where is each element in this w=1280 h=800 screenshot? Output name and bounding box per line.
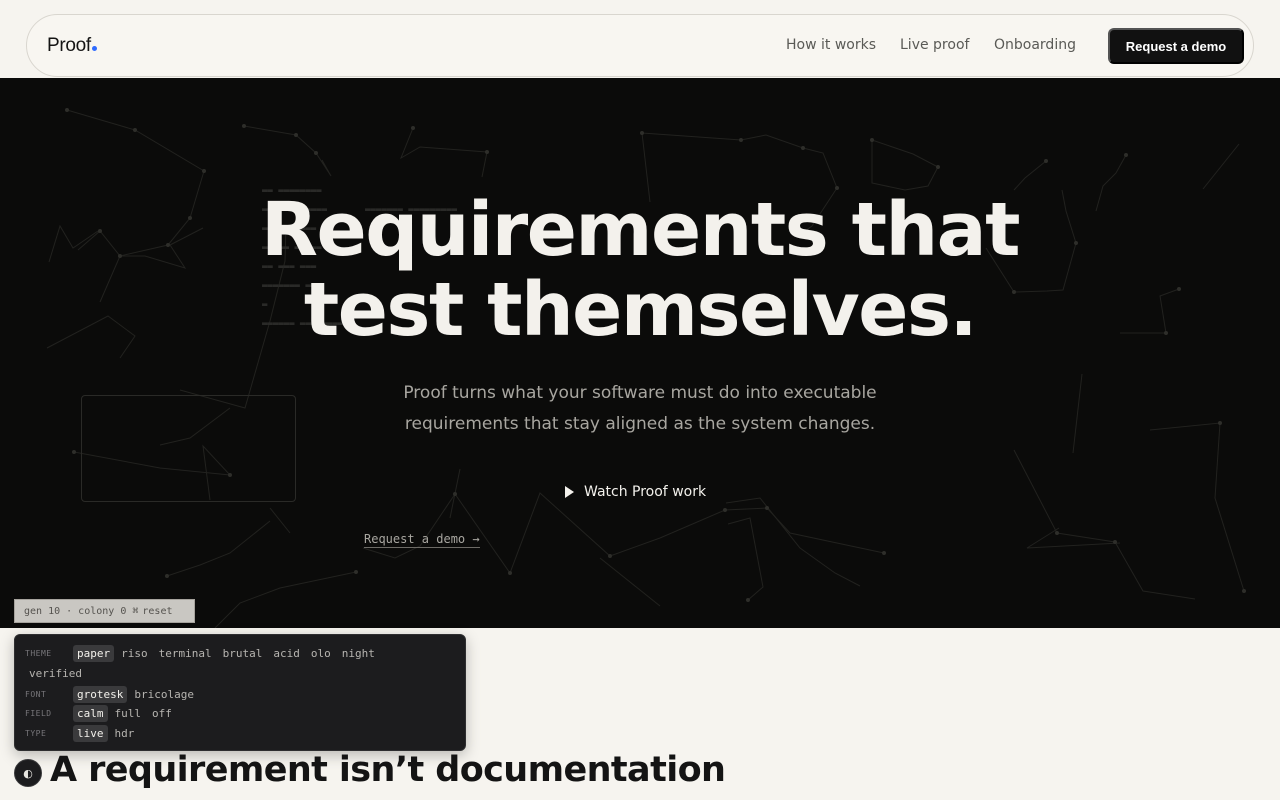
nav-link-onboarding[interactable]: Onboarding xyxy=(994,37,1076,53)
hero-subtitle: Proof turns what your software must do i… xyxy=(340,378,940,440)
watch-proof-work-button[interactable]: Watch Proof work xyxy=(565,481,706,503)
font-label: FONT xyxy=(25,689,47,699)
background-frame xyxy=(81,395,296,502)
field-option-calm[interactable]: calm xyxy=(73,704,108,722)
watch-label: Watch Proof work xyxy=(584,484,707,500)
font-option-grotesk[interactable]: grotesk xyxy=(73,685,128,703)
hero-title-line-1: Requirements that xyxy=(261,187,1020,273)
theme-option-verified[interactable]: verified xyxy=(25,665,86,682)
request-demo-button[interactable]: Request a demo xyxy=(1108,28,1244,64)
type-label: TYPE xyxy=(25,728,47,738)
theme-row: THEME paper riso terminal brutal acid ol… xyxy=(25,643,382,663)
hero-subtitle-line-2: requirements that stay aligned as the sy… xyxy=(404,414,876,434)
section-title: A requirement isn’t documentation xyxy=(50,750,726,790)
theme-option-brutal[interactable]: brutal xyxy=(219,645,267,662)
generation-status-bar: gen 10 · colony 0 ⌘ reset xyxy=(14,599,195,623)
field-row: FIELD calm full off xyxy=(25,703,179,723)
type-option-hdr[interactable]: hdr xyxy=(111,725,139,742)
theme-option-acid[interactable]: acid xyxy=(269,645,304,662)
half-circle-contrast-icon: ◐ xyxy=(23,766,33,780)
hero-title: Requirements that test themselves. xyxy=(0,190,1280,350)
reset-button[interactable]: reset xyxy=(142,606,172,617)
theme-option-night[interactable]: night xyxy=(338,645,379,662)
hero-subtitle-line-1: Proof turns what your software must do i… xyxy=(403,383,877,403)
constellation-field xyxy=(46,108,1246,628)
theme-toggle-button[interactable]: ◐ xyxy=(14,759,42,787)
font-row: FONT grotesk bricolage xyxy=(25,684,201,704)
font-option-bricolage[interactable]: bricolage xyxy=(130,686,198,703)
generation-status-text: gen 10 · colony 0 ⌘ xyxy=(24,605,139,617)
navbar: Proof How it works Live proof Onboarding… xyxy=(26,14,1254,77)
hero-title-line-2: test themselves. xyxy=(303,267,978,353)
theme-option-riso[interactable]: riso xyxy=(117,645,152,662)
settings-panel: THEME paper riso terminal brutal acid ol… xyxy=(14,634,466,751)
nav-link-how-it-works[interactable]: How it works xyxy=(786,37,876,53)
field-option-full[interactable]: full xyxy=(111,705,146,722)
field-option-off[interactable]: off xyxy=(148,705,176,722)
play-icon xyxy=(565,486,574,498)
hero-section: ▬▬ ▬▬▬▬▬▬▬▬ ▬▬▬▬ ▬▬▬▬▬▬▬ ▬▬▬▬▬▬▬ ▬▬▬▬▬▬▬… xyxy=(0,78,1280,628)
theme-row-continued: verified xyxy=(25,663,89,683)
request-demo-link[interactable]: Request a demo → xyxy=(364,532,480,548)
type-row: TYPE live hdr xyxy=(25,723,141,743)
theme-label: THEME xyxy=(25,648,52,658)
theme-option-terminal[interactable]: terminal xyxy=(155,645,216,662)
theme-option-paper[interactable]: paper xyxy=(73,644,115,662)
brand-dot-icon xyxy=(91,46,97,51)
theme-option-olo[interactable]: olo xyxy=(307,645,335,662)
field-label: FIELD xyxy=(25,708,52,718)
type-option-live[interactable]: live xyxy=(73,724,108,742)
nav-link-live-proof[interactable]: Live proof xyxy=(900,37,969,53)
brand-logo[interactable]: Proof xyxy=(47,35,97,57)
